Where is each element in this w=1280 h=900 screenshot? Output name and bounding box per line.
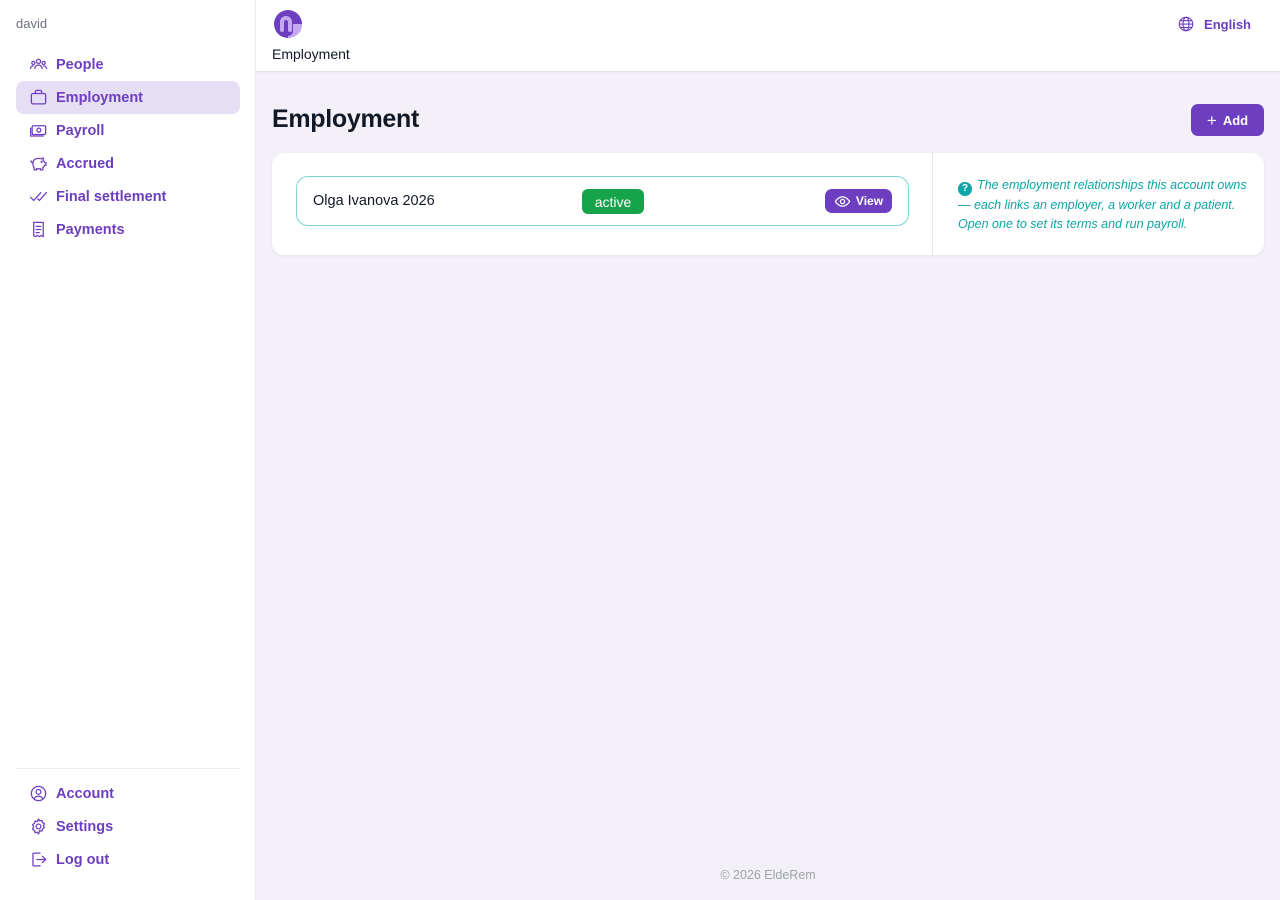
footer-copyright: © 2026 EldeRem [720,868,816,882]
eye-icon [834,195,851,207]
sidebar-item-label: Payroll [56,122,105,139]
status-badge: active [582,189,644,214]
sidebar-item-settings[interactable]: Settings [16,810,240,843]
double-check-icon [28,187,48,207]
sidebar-item-account[interactable]: Account [16,777,240,810]
sidebar-item-label: People [56,56,104,73]
top-header: Employment English [256,0,1280,72]
sidebar-item-label: Employment [56,89,144,106]
sidebar-item-people[interactable]: People [16,48,240,81]
sidebar-item-payments[interactable]: Payments [16,213,240,246]
username: david [16,16,48,31]
employment-card: Olga Ivanova 2026 active View ? The emplo… [272,153,1264,255]
sidebar-item-label: Account [56,785,114,802]
help-text-container: ? The employment relationships this accou… [958,176,1248,233]
sidebar-item-label: Final settlement [56,188,167,205]
receipt-icon [28,220,48,240]
add-button-label: Add [1222,112,1249,128]
sidebar-divider [16,768,240,769]
gear-icon [28,817,48,837]
people-icon [28,55,48,75]
sidebar-item-final-settlement[interactable]: Final settlement [16,180,240,213]
plus-icon: + [1206,110,1217,130]
help-text: The employment relationships this accoun… [958,178,1247,231]
language-label: English [1204,16,1251,32]
sidebar: david People Employment Payroll Accrued [0,0,256,900]
add-button[interactable]: + Add [1191,104,1264,136]
briefcase-icon [28,88,48,108]
employment-name: Olga Ivanova 2026 [313,193,435,209]
sidebar-item-label: Accrued [56,155,115,172]
sidebar-item-accrued[interactable]: Accrued [16,147,240,180]
view-button[interactable]: View [825,189,892,213]
sidebar-item-payroll[interactable]: Payroll [16,114,240,147]
employment-list: Olga Ivanova 2026 active View [272,153,933,255]
view-button-label: View [855,194,884,208]
logout-icon [28,850,48,870]
sidebar-item-logout[interactable]: Log out [16,843,240,876]
page-title: Employment [272,105,420,133]
sidebar-item-label: Settings [56,818,114,835]
app-logo[interactable] [273,9,303,39]
banknote-icon [28,121,48,141]
employment-row[interactable]: Olga Ivanova 2026 active View [296,176,909,226]
sidebar-item-label: Payments [56,221,125,238]
sidebar-bottom-nav: Account Settings Log out [16,777,240,876]
sidebar-item-employment[interactable]: Employment [16,81,240,114]
help-icon: ? [958,182,972,197]
piggy-bank-icon [28,154,48,174]
globe-icon [1178,16,1194,32]
user-circle-icon [28,784,48,804]
language-selector[interactable]: English [1177,15,1251,33]
sidebar-item-label: Log out [56,851,110,868]
header-title: Employment [272,46,350,62]
sidebar-nav: People Employment Payroll Accrued Final … [16,48,240,246]
